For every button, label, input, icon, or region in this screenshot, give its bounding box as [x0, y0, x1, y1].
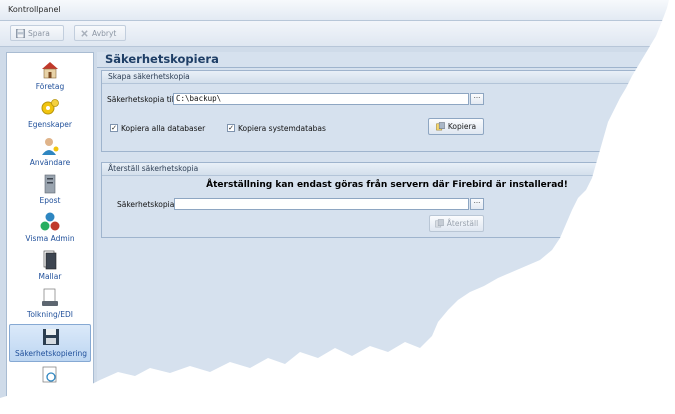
sidebar-item-anvandare[interactable]: Användare: [9, 134, 91, 172]
sidebar-item-label: Egenskaper: [27, 120, 73, 129]
backup-group: Skapa säkerhetskopia Säkerhetskopia till…: [101, 70, 671, 152]
window-title: Kontrollpanel: [8, 5, 61, 14]
restore-button-label: Återställ: [446, 219, 479, 228]
gears-icon: [41, 99, 59, 115]
user-icon: [42, 138, 59, 155]
restore-notice: Återställning kan endast göras från serv…: [206, 180, 568, 190]
sidebar-item-label: Visma Admin: [25, 234, 75, 243]
content-panel: Säkerhetskopiera Skapa säkerhetskopia Sä…: [97, 52, 675, 414]
control-panel-window: Kontrollpanel Spara Avbryt Företag Egens…: [0, 0, 675, 414]
title-bar: Kontrollpanel: [0, 0, 675, 21]
copy-system-checkbox[interactable]: ✓: [227, 124, 235, 132]
sidebar-item-label: Mallar: [38, 272, 62, 281]
backup-group-header: Skapa säkerhetskopia: [102, 71, 670, 84]
sidebar-item-visma-admin[interactable]: Visma Admin: [9, 210, 91, 248]
server-icon: [44, 174, 56, 194]
sidebar-item-egenskaper[interactable]: Egenskaper: [9, 96, 91, 134]
copy-button[interactable]: Kopiera: [428, 118, 484, 135]
copy-icon: [436, 122, 445, 131]
sidebar-item-label: Säkerhetskopiering: [14, 349, 88, 358]
divider: [97, 67, 675, 68]
sidebar-item-foretag[interactable]: Företag: [9, 58, 91, 96]
sidebar-item-label: Tolkning/EDI: [27, 310, 73, 319]
cancel-button-label: Avbryt: [92, 28, 117, 38]
sidebar-item-next[interactable]: [9, 363, 91, 401]
sidebar-item-epost[interactable]: Epost: [9, 172, 91, 210]
sidebar-item-mallar[interactable]: Mallar: [9, 248, 91, 286]
currency-icon: [40, 212, 60, 231]
save-button[interactable]: Spara: [10, 25, 64, 41]
page-title: Säkerhetskopiera: [105, 52, 219, 66]
backup-target-input[interactable]: C:\backup\: [173, 93, 469, 105]
restore-browse-button[interactable]: ···: [470, 198, 484, 210]
copy-all-label: Kopiera alla databaser: [121, 124, 206, 133]
restore-icon: [435, 219, 444, 228]
floppy-icon: [43, 329, 59, 345]
sidebar: Företag Egenskaper Användare Epost Visma…: [6, 52, 94, 414]
cancel-icon: [81, 29, 88, 37]
sidebar-item-label: Användare: [29, 158, 71, 167]
sidebar-item-tolkning-edi[interactable]: Tolkning/EDI: [9, 286, 91, 324]
house-icon: [42, 62, 58, 79]
sidebar-item-label: Epost: [39, 196, 61, 205]
restore-file-label: Säkerhetskopia:: [117, 200, 177, 209]
copy-all-checkbox[interactable]: ✓: [110, 124, 118, 132]
restore-button[interactable]: Återställ: [429, 215, 484, 232]
restore-group-header: Återställ säkerhetskopia: [102, 163, 670, 176]
toolbar: Spara Avbryt: [0, 21, 675, 47]
backup-target-label: Säkerhetskopia till:: [107, 95, 179, 104]
sidebar-item-sakerhetskopiering[interactable]: Säkerhetskopiering: [9, 324, 91, 362]
copy-button-label: Kopiera: [447, 122, 477, 131]
scanner-icon: [42, 288, 58, 306]
floppy-icon: [16, 28, 25, 38]
template-icon: [43, 250, 57, 270]
restore-file-input[interactable]: [174, 198, 469, 210]
refresh-icon: [42, 366, 57, 383]
save-button-label: Spara: [28, 28, 50, 38]
sidebar-item-label: Företag: [35, 82, 65, 91]
cancel-button[interactable]: Avbryt: [74, 25, 126, 41]
copy-system-label: Kopiera systemdatabas: [238, 124, 326, 133]
backup-browse-button[interactable]: ···: [470, 93, 484, 105]
restore-group: Återställ säkerhetskopia Återställning k…: [101, 162, 671, 238]
